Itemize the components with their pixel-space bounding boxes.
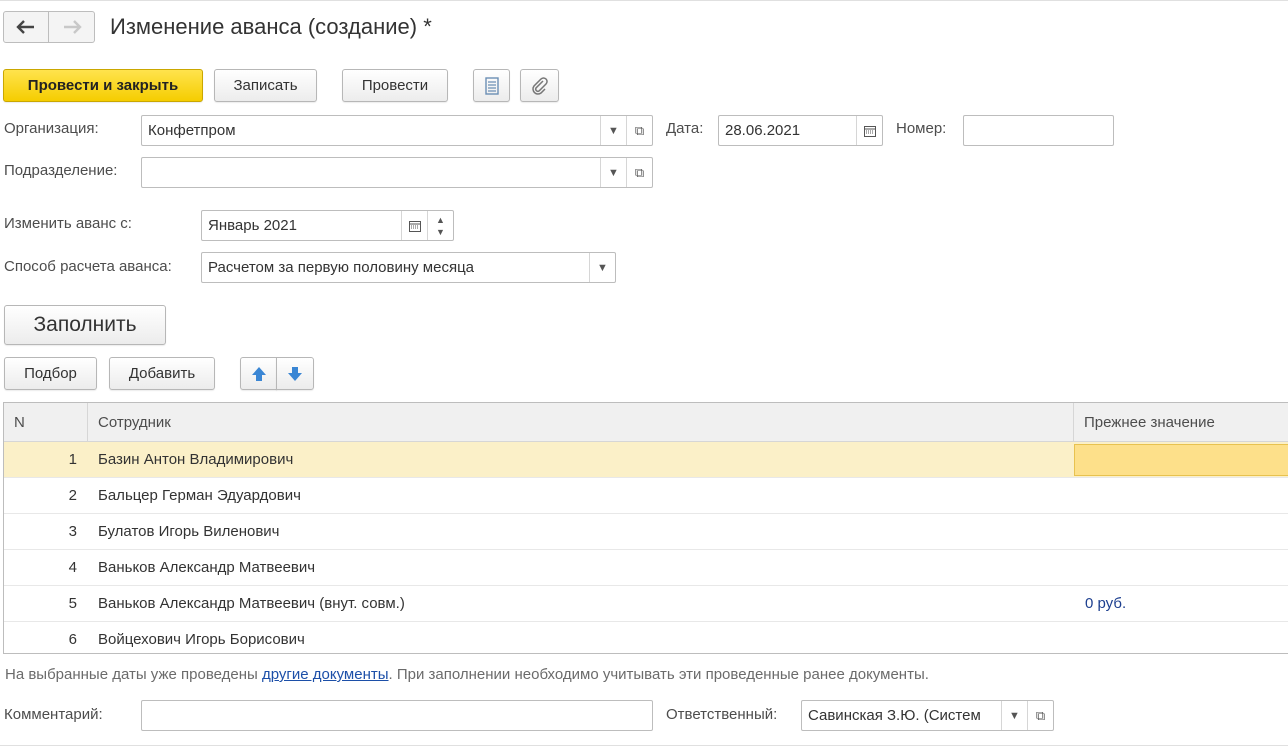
calendar-icon[interactable] (856, 116, 882, 145)
responsible-value: Савинская З.Ю. (Систем (808, 707, 981, 724)
info-message: На выбранные даты уже проведены другие д… (5, 666, 929, 683)
comment-label: Комментарий: (4, 706, 103, 723)
employee-name: Бальцер Герман Эдуардович (98, 487, 301, 504)
table-row[interactable]: 5 Ваньков Александр Матвеевич (внут. сов… (4, 586, 1288, 622)
row-number: 2 (68, 487, 77, 504)
column-header-employee[interactable]: Сотрудник (88, 403, 1074, 442)
arrow-up-icon (251, 366, 266, 381)
employees-table[interactable]: N Сотрудник Прежнее значение 1 Базин Ант… (3, 402, 1288, 654)
move-up-button[interactable] (240, 357, 277, 390)
open-icon[interactable]: ⧉ (1027, 701, 1053, 730)
row-number: 4 (68, 559, 77, 576)
chevron-down-icon[interactable]: ▼ (600, 116, 626, 145)
arrow-left-icon (16, 20, 34, 34)
table-body: 1 Базин Антон Владимирович 2 Бальцер Гер… (4, 442, 1288, 653)
post-button[interactable]: Провести (342, 69, 448, 102)
fill-button[interactable]: Заполнить (4, 305, 166, 345)
spin-down-icon[interactable]: ▼ (436, 226, 445, 238)
open-icon[interactable]: ⧉ (626, 158, 652, 187)
open-icon[interactable]: ⧉ (626, 116, 652, 145)
method-label: Способ расчета аванса: (4, 258, 172, 275)
organization-field[interactable]: Конфетпром ▼ ⧉ (141, 115, 653, 146)
number-label: Номер: (896, 120, 947, 137)
top-divider (0, 0, 1288, 1)
employee-name: Ваньков Александр Матвеевич (внут. совм.… (98, 595, 405, 612)
date-value: 28.06.2021 (725, 122, 801, 139)
table-header: N Сотрудник Прежнее значение (4, 403, 1288, 442)
save-button[interactable]: Записать (214, 69, 317, 102)
method-value: Расчетом за первую половину месяца (208, 259, 475, 276)
responsible-label: Ответственный: (666, 706, 778, 723)
arrow-down-icon (288, 366, 302, 381)
arrow-right-icon (63, 20, 82, 34)
change-from-field[interactable]: Январь 2021 ▲ ▼ (201, 210, 454, 241)
employee-name: Базин Антон Владимирович (98, 451, 294, 468)
comment-field[interactable] (141, 700, 653, 731)
post-and-close-button[interactable]: Провести и закрыть (3, 69, 203, 102)
change-from-label: Изменить аванс с: (4, 215, 132, 232)
department-label: Подразделение: (4, 162, 118, 179)
pick-button[interactable]: Подбор (4, 357, 97, 390)
department-field[interactable]: ▼ ⧉ (141, 157, 653, 188)
change-from-value: Январь 2021 (208, 217, 297, 234)
employee-name: Ваньков Александр Матвеевич (98, 559, 316, 576)
info-text-after: . При заполнении необходимо учитывать эт… (388, 666, 929, 683)
add-button[interactable]: Добавить (109, 357, 215, 390)
row-number: 1 (68, 451, 77, 468)
table-row[interactable]: 3 Булатов Игорь Виленович (4, 514, 1288, 550)
bottom-divider (0, 745, 1288, 746)
column-header-n[interactable]: N (4, 403, 88, 442)
date-field[interactable]: 28.06.2021 (718, 115, 883, 146)
table-row[interactable]: 1 Базин Антон Владимирович (4, 442, 1288, 478)
attach-file-button[interactable] (520, 69, 559, 102)
previous-value: 0 руб. (1085, 595, 1127, 612)
page-title: Изменение аванса (создание) * (110, 14, 432, 39)
chevron-down-icon[interactable]: ▼ (589, 253, 615, 282)
row-number: 3 (68, 523, 77, 540)
row-number: 6 (68, 631, 77, 648)
organization-label: Организация: (4, 120, 99, 137)
responsible-field[interactable]: Савинская З.Ю. (Систем ▼ ⧉ (801, 700, 1054, 731)
table-row[interactable]: 4 Ваньков Александр Матвеевич (4, 550, 1288, 586)
selected-cell[interactable] (1074, 444, 1288, 476)
date-label: Дата: (666, 120, 704, 137)
employee-name: Булатов Игорь Виленович (98, 523, 280, 540)
paperclip-icon (531, 76, 548, 95)
info-text-before: На выбранные даты уже проведены (5, 666, 262, 683)
chevron-down-icon[interactable]: ▼ (600, 158, 626, 187)
chevron-down-icon[interactable]: ▼ (1001, 701, 1027, 730)
structure-button[interactable] (473, 69, 510, 102)
month-spinner[interactable]: ▲ ▼ (427, 211, 453, 240)
table-row[interactable]: 6 Войцехович Игорь Борисович (4, 622, 1288, 653)
employee-name: Войцехович Игорь Борисович (98, 631, 305, 648)
table-row[interactable]: 2 Бальцер Герман Эдуардович (4, 478, 1288, 514)
spin-up-icon[interactable]: ▲ (436, 214, 445, 226)
move-down-button[interactable] (276, 357, 314, 390)
forward-button[interactable] (49, 11, 95, 43)
method-select[interactable]: Расчетом за первую половину месяца ▼ (201, 252, 616, 283)
organization-value: Конфетпром (148, 122, 236, 139)
row-number: 5 (68, 595, 77, 612)
calendar-icon[interactable] (401, 211, 427, 240)
list-icon (484, 76, 499, 95)
number-field[interactable] (963, 115, 1114, 146)
other-documents-link[interactable]: другие документы (262, 666, 389, 683)
column-header-previous[interactable]: Прежнее значение (1074, 403, 1288, 442)
back-button[interactable] (3, 11, 49, 43)
